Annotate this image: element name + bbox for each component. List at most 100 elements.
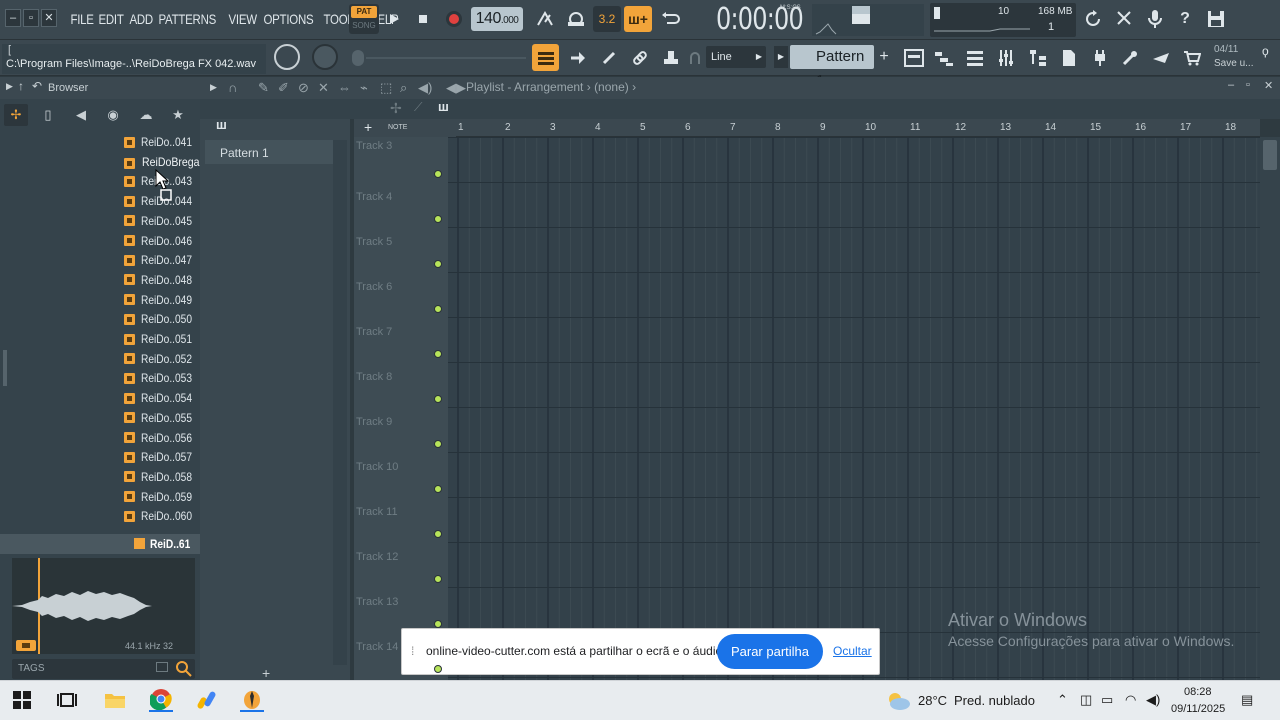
- audio-input-button[interactable]: [1142, 6, 1168, 32]
- snap-marker-icon[interactable]: ✢: [390, 100, 402, 117]
- news-info-icon[interactable]: ϙ: [1262, 44, 1269, 58]
- browser-file-item[interactable]: ReiDo..051: [124, 330, 201, 348]
- tools-button[interactable]: [1116, 44, 1143, 71]
- track-name[interactable]: Track 6: [356, 281, 392, 293]
- drag-handle-icon[interactable]: ⁞: [411, 644, 414, 658]
- hide-link[interactable]: Ocultar: [833, 644, 872, 658]
- piano-roll-button[interactable]: [930, 44, 957, 71]
- browser-file-item[interactable]: ReiDo..046: [124, 232, 201, 250]
- delete-tool-icon[interactable]: ⊘: [298, 80, 309, 96]
- track-mute-dot[interactable]: [434, 530, 442, 538]
- playlist-maximize-button[interactable]: ▫: [1246, 79, 1250, 91]
- track-mute-dot[interactable]: [434, 395, 442, 403]
- step-edit-button[interactable]: 3.2: [593, 6, 621, 32]
- playlist-grid[interactable]: [448, 137, 1260, 680]
- track-name[interactable]: Track 8: [356, 371, 392, 383]
- metronome-button[interactable]: [531, 6, 559, 32]
- brush-button[interactable]: [595, 44, 622, 71]
- record-button[interactable]: [441, 6, 467, 32]
- stop-sharing-button[interactable]: Parar partilha: [717, 634, 823, 669]
- playlist-minimize-button[interactable]: –: [1228, 79, 1234, 91]
- browser-file-item[interactable]: ReiDo..055: [124, 409, 201, 427]
- notification-icon[interactable]: ▤: [1241, 692, 1253, 708]
- weather-temperature[interactable]: 28°C: [918, 693, 947, 708]
- shop-button[interactable]: [1178, 44, 1205, 71]
- pattern-select[interactable]: Pattern 1: [790, 45, 874, 89]
- track-mute-dot[interactable]: [434, 665, 442, 673]
- link-button[interactable]: [626, 44, 653, 71]
- cut-tool-button[interactable]: [1111, 6, 1137, 32]
- stop-button[interactable]: [410, 6, 436, 32]
- chrome-button[interactable]: [149, 688, 173, 712]
- close-button[interactable]: ✕: [41, 9, 57, 27]
- add-track-button[interactable]: +: [262, 665, 270, 681]
- menu-edit[interactable]: EDIT: [96, 9, 126, 29]
- save-button[interactable]: [1203, 6, 1229, 32]
- track-mute-dot[interactable]: [434, 215, 442, 223]
- tempo-display[interactable]: 140.000: [471, 7, 523, 31]
- clock-date[interactable]: 09/11/2025: [1171, 703, 1225, 715]
- brush-tool-icon[interactable]: ✐: [278, 80, 289, 96]
- browser-file-item[interactable]: ReiDo..053: [124, 369, 201, 387]
- touch-keyboard-button[interactable]: [1147, 44, 1174, 71]
- plugin-button[interactable]: [1086, 44, 1113, 71]
- magnet-icon[interactable]: [690, 52, 700, 64]
- browser-file-item[interactable]: ReiDo..052: [124, 350, 201, 368]
- arrow-right-button[interactable]: [564, 44, 591, 71]
- task-view-button[interactable]: [55, 688, 79, 712]
- loop-button[interactable]: [656, 6, 684, 32]
- track-name[interactable]: Track 5: [356, 236, 392, 248]
- track-name[interactable]: Track 11: [356, 506, 398, 518]
- browser-tree-button[interactable]: [1024, 44, 1051, 71]
- slice-tool-icon[interactable]: ⌁: [360, 80, 368, 96]
- pitch-slider-handle[interactable]: [352, 50, 364, 66]
- track-mute-dot[interactable]: [434, 575, 442, 583]
- tray-expand-icon[interactable]: ⌃: [1057, 692, 1068, 708]
- track-mute-dot[interactable]: [434, 170, 442, 178]
- pitch-slider-track[interactable]: [366, 57, 526, 59]
- track-name[interactable]: Track 10: [356, 461, 398, 473]
- start-button[interactable]: [10, 688, 34, 712]
- waveform-preview[interactable]: [12, 558, 195, 654]
- master-volume-knob[interactable]: [274, 44, 300, 70]
- pattern-picker-header-icon[interactable]: ш: [216, 117, 227, 132]
- menu-view[interactable]: VIEW: [226, 9, 259, 29]
- wifi-icon[interactable]: ◠: [1125, 692, 1136, 708]
- track-mute-dot[interactable]: [434, 440, 442, 448]
- browser-file-item[interactable]: ReiDo..058: [124, 468, 201, 486]
- track-name[interactable]: Track 14: [356, 641, 398, 653]
- mixer-button[interactable]: [992, 44, 1019, 71]
- playlist-window-button[interactable]: [532, 44, 559, 71]
- browser-file-item[interactable]: ReiDo..045: [124, 212, 201, 230]
- slip-tool-icon[interactable]: ⇔: [338, 80, 351, 95]
- mute-tool-icon[interactable]: ✕: [318, 80, 329, 96]
- track-name[interactable]: Track 7: [356, 326, 392, 338]
- pencil-tool-icon[interactable]: ✎: [258, 80, 269, 96]
- browser-file-item[interactable]: ReiDo..059: [124, 488, 201, 506]
- reset-button[interactable]: [1080, 6, 1106, 32]
- track-name[interactable]: Track 12: [356, 551, 398, 563]
- menu-add[interactable]: ADD: [127, 9, 155, 29]
- timeline-ruler[interactable]: 1 2 3 4 5 6 7 8 9 10 11 12 13 14 15 16 17 18: [456, 119, 1260, 137]
- add-pattern-button[interactable]: +: [876, 46, 892, 68]
- pattern-prev-button[interactable]: ▶: [774, 46, 788, 68]
- folder-icon[interactable]: [156, 662, 168, 672]
- master-pitch-knob[interactable]: [312, 44, 338, 70]
- playlist-menu-arrow-icon[interactable]: ▶: [210, 82, 217, 93]
- browser-file-item[interactable]: ReiDo..054: [124, 389, 201, 407]
- blend-notes-button[interactable]: ш+: [624, 6, 652, 32]
- pattern-picker-icon[interactable]: ш: [438, 99, 449, 114]
- magnet-snap-icon[interactable]: ∩: [228, 80, 237, 95]
- browser-file-item[interactable]: ReiDo..057: [124, 448, 201, 466]
- playlist-close-button[interactable]: ✕: [1264, 79, 1273, 92]
- volume-icon[interactable]: ◀): [1146, 692, 1160, 708]
- track-mute-dot[interactable]: [434, 350, 442, 358]
- playlist-scroll-thumb[interactable]: [1263, 140, 1277, 170]
- pattern-picker-scrollbar[interactable]: [333, 140, 347, 665]
- browser-file-item[interactable]: ReiDo..048: [124, 271, 201, 289]
- channel-list-button[interactable]: [961, 44, 988, 71]
- track-mute-dot[interactable]: [434, 305, 442, 313]
- track-mute-dot[interactable]: [434, 260, 442, 268]
- track-mute-dot[interactable]: [434, 620, 442, 628]
- help-button[interactable]: ?: [1172, 6, 1198, 32]
